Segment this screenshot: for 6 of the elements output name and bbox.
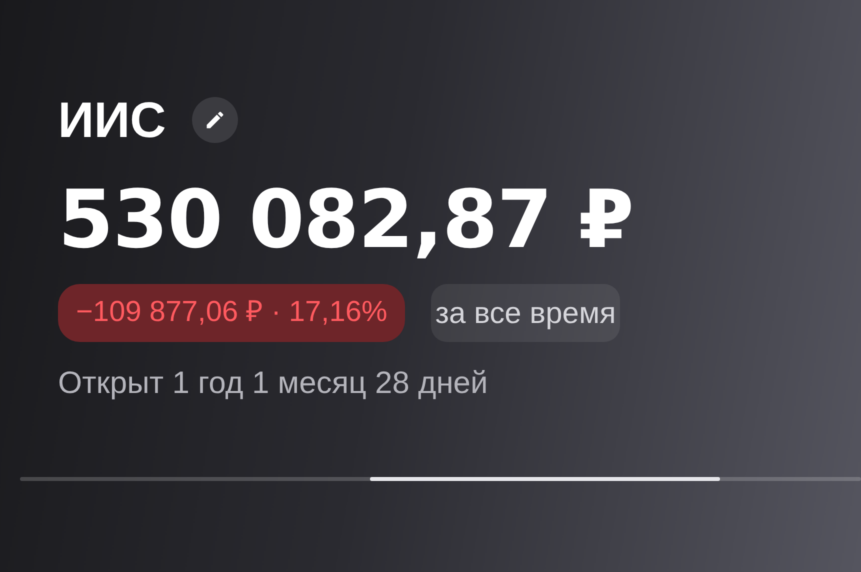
account-title: ИИС: [58, 91, 166, 150]
edit-button[interactable]: [192, 97, 238, 143]
opened-duration: Открыт 1 год 1 месяц 28 дней: [58, 364, 489, 402]
balance-amount: 530 082,87 ₽: [58, 172, 634, 268]
period-button[interactable]: за все время: [431, 284, 620, 342]
change-badge: −109 877,06 ₽ · 17,16%: [58, 284, 406, 342]
